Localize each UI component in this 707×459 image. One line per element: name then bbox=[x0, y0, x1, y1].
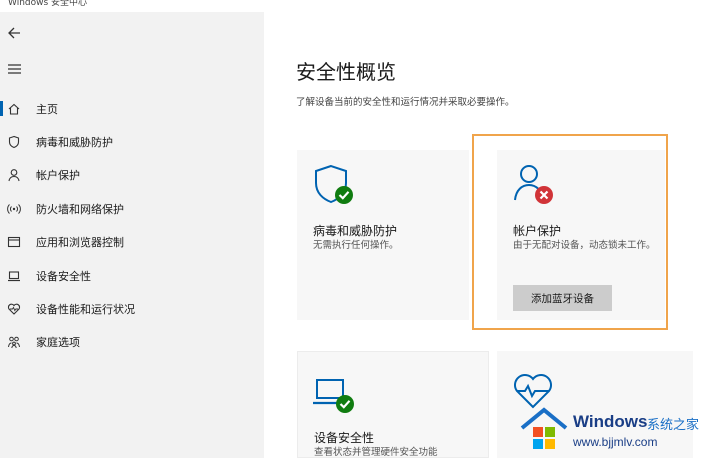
sidebar-item-device-health[interactable]: 设备性能和运行状况 bbox=[0, 293, 264, 323]
window-title: Windows 安全中心 bbox=[8, 0, 88, 8]
page-subtitle: 了解设备当前的安全性和运行情况并采取必要操作。 bbox=[296, 97, 515, 108]
shield-check-icon bbox=[311, 162, 355, 206]
card-desc: 查看状态并管理硬件安全功能 bbox=[314, 447, 438, 458]
back-arrow-icon bbox=[8, 27, 20, 39]
sidebar-item-label: 帐户保护 bbox=[36, 169, 80, 182]
home-icon bbox=[7, 101, 21, 115]
sidebar-item-virus[interactable]: 病毒和威胁防护 bbox=[0, 126, 264, 156]
page-title: 安全性概览 bbox=[296, 60, 396, 84]
wireless-icon bbox=[7, 201, 21, 215]
sidebar-item-firewall[interactable]: 防火墙和网络保护 bbox=[0, 193, 264, 223]
sidebar-item-label: 应用和浏览器控制 bbox=[36, 236, 124, 249]
sidebar-item-home[interactable]: 主页 bbox=[0, 93, 264, 123]
card-virus-protection[interactable]: 病毒和威胁防护 无需执行任何操作。 bbox=[297, 150, 469, 320]
card-title: 病毒和威胁防护 bbox=[313, 224, 398, 238]
sidebar-item-label: 设备性能和运行状况 bbox=[36, 303, 135, 316]
watermark-url: www.bjjmlv.com bbox=[573, 435, 658, 449]
sidebar: 主页 病毒和威胁防护 帐户保护 防火墙和网络保护 应用和浏览器控制 设备安全性 bbox=[0, 12, 264, 458]
hamburger-icon bbox=[8, 64, 21, 74]
highlight-box bbox=[472, 134, 668, 330]
sidebar-item-app-browser[interactable]: 应用和浏览器控制 bbox=[0, 226, 264, 256]
house-logo-icon bbox=[518, 406, 570, 454]
laptop-check-icon bbox=[312, 372, 356, 416]
card-device-security[interactable]: 设备安全性 查看状态并管理硬件安全功能 bbox=[297, 351, 489, 458]
heart-icon bbox=[7, 301, 21, 315]
watermark-brand: Windows bbox=[573, 412, 648, 431]
family-icon bbox=[7, 334, 21, 349]
sidebar-item-label: 设备安全性 bbox=[36, 270, 91, 283]
sidebar-item-label: 主页 bbox=[36, 103, 58, 116]
menu-button[interactable] bbox=[6, 60, 24, 78]
card-desc: 无需执行任何操作。 bbox=[313, 240, 399, 251]
window-titlebar: Windows 安全中心 bbox=[0, 0, 707, 12]
sidebar-item-label: 家庭选项 bbox=[36, 336, 80, 349]
sidebar-item-label: 防火墙和网络保护 bbox=[36, 203, 124, 216]
sidebar-item-device-security[interactable]: 设备安全性 bbox=[0, 260, 264, 290]
person-icon bbox=[7, 167, 21, 182]
sidebar-item-label: 病毒和威胁防护 bbox=[36, 136, 113, 149]
watermark-site-name: 系统之家 bbox=[647, 418, 700, 433]
shield-icon bbox=[7, 134, 21, 149]
card-title: 设备安全性 bbox=[314, 431, 375, 445]
back-button[interactable] bbox=[6, 24, 24, 42]
laptop-icon bbox=[7, 268, 21, 282]
sidebar-item-account[interactable]: 帐户保护 bbox=[0, 159, 264, 189]
app-window-icon bbox=[7, 234, 21, 248]
sidebar-item-family[interactable]: 家庭选项 bbox=[0, 326, 264, 356]
watermark: Windows 系统之家 www.bjjmlv.com bbox=[518, 404, 707, 458]
